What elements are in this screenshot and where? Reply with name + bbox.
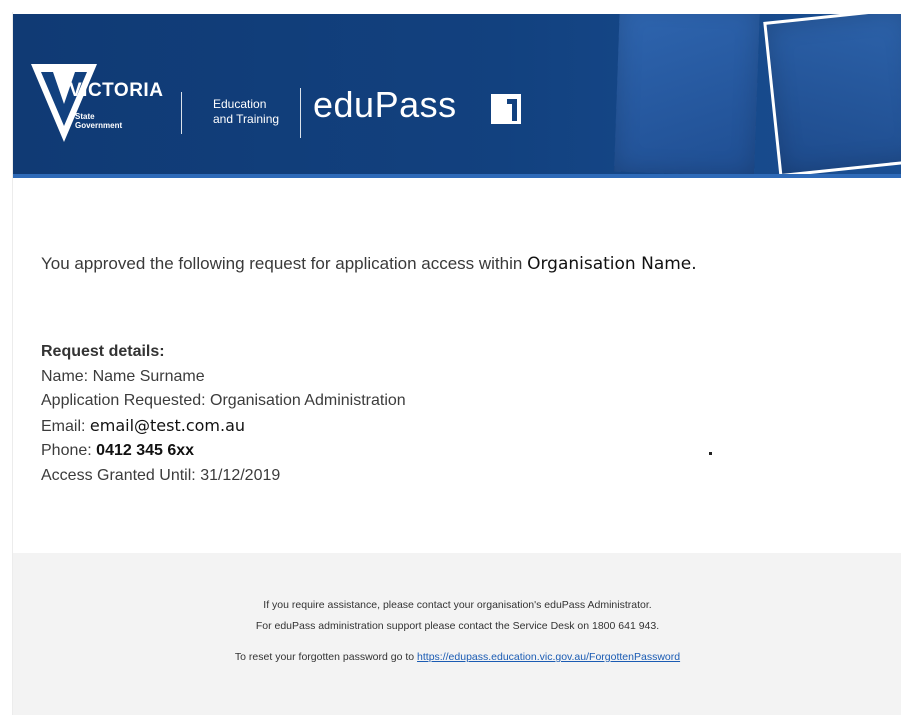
victoria-triangle-icon [31,64,97,142]
intro-sentence: You approved the following request for a… [41,254,523,273]
header-divider [300,88,301,138]
detail-label: Phone: [41,442,92,459]
detail-label: Access Granted Until: [41,466,196,484]
detail-label: Application Requested: [41,392,206,409]
detail-label: Email: [41,417,86,435]
header-photo-tile [763,14,901,178]
assistance-text: If you require assistance, please contac… [263,599,652,611]
logo-subtitle-line: Government [75,121,123,130]
department-name: Education and Training [213,97,279,127]
header-divider [181,92,182,134]
department-line: and Training [213,112,280,126]
reset-text: To reset your forgotten password go to [234,651,415,663]
edupass-brand: eduPass [313,84,457,125]
reset-password-link[interactable]: https://edupass.education.vic.gov.au/For… [417,651,680,663]
request-details: Request details: Name: Name Surname Appl… [41,340,406,488]
detail-label: Name: [41,367,89,385]
intro-text: You approved the following request for a… [41,254,697,274]
reset-password-line: To reset your forgotten password go to h… [13,651,901,663]
organisation-name: Organisation Name. [527,254,697,274]
detail-row-application: Application Requested: Organisation Admi… [41,389,406,414]
header-banner: VICTORIA State Government Education and … [13,14,901,178]
email-message: VICTORIA State Government Education and … [12,12,901,715]
detail-value: 31/12/2019 [200,466,281,484]
detail-row-name: Name: Name Surname [41,365,406,390]
department-line: Education [213,97,267,111]
details-heading: Request details: [41,343,165,360]
detail-row-phone: Phone: 0412 345 6xx [41,439,406,464]
edupass-mark-icon [491,94,521,124]
detail-value: Organisation Administration [210,392,406,409]
logo-word: VICTORIA [69,80,164,101]
logo-subtitle-line: State [75,112,95,121]
detail-row-email: Email: email@test.com.au [41,414,406,440]
support-text: For eduPass administration support pleas… [255,620,660,632]
message-body: You approved the following request for a… [13,178,901,553]
detail-value: Name Surname [92,367,205,385]
stray-dot [709,452,712,455]
victoria-government-logo: VICTORIA State Government [31,64,171,156]
logo-subtitle: State Government [75,112,122,130]
detail-value: 0412 345 6xx [96,442,195,459]
detail-value: email@test.com.au [89,415,246,435]
email-footer: If you require assistance, please contac… [13,553,901,715]
detail-row-access: Access Granted Until: 31/12/2019 [41,464,406,489]
header-photo-tile [614,14,760,177]
